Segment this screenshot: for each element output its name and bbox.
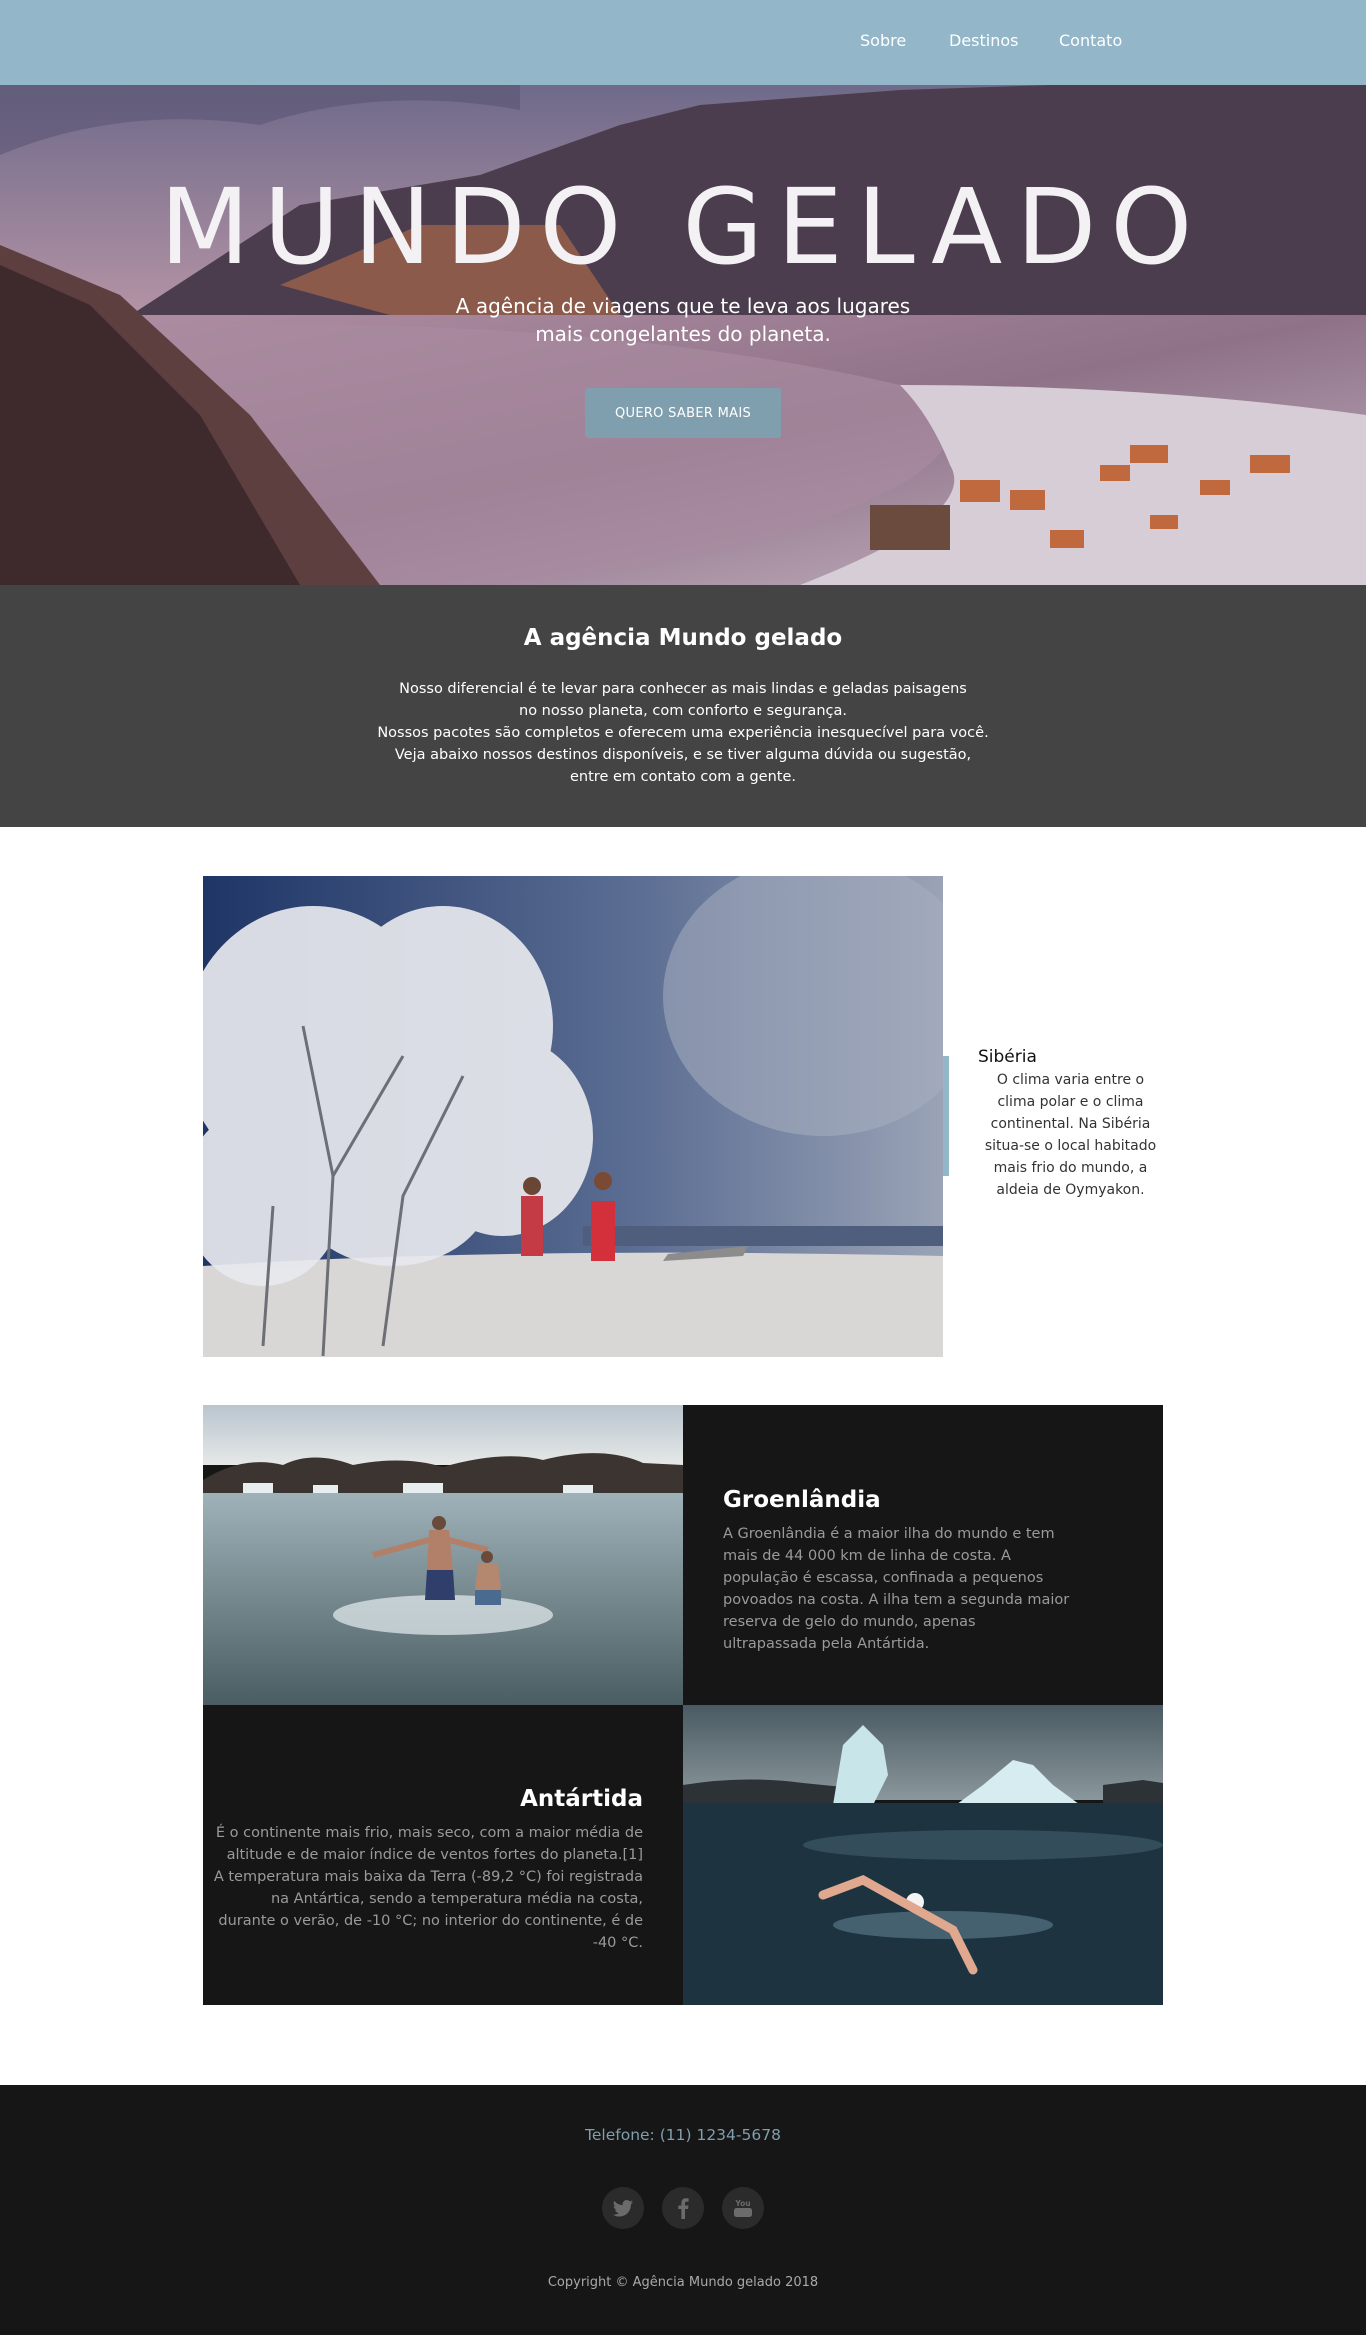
youtube-logo-text: You [734,2199,750,2208]
footer: Telefone: (11) 1234-5678 You Copyright ©… [0,2085,1366,2335]
top-navbar: Sobre Destinos Contato [0,0,1366,85]
hero-title: MUNDO GELADO [159,166,1207,288]
nav-link-contato[interactable]: Contato [1059,31,1122,50]
siberia-accent-bar [943,1056,949,1176]
learn-more-button[interactable]: QUERO SABER MAIS [585,388,781,438]
siberia-image [203,876,943,1357]
hero-subtitle: A agência de viagens que te leva aos lug… [455,294,911,346]
youtube-icon[interactable]: You [722,2187,764,2229]
twitter-icon[interactable] [602,2187,644,2229]
antarctica-description: É o continente mais frio, mais seco, com… [213,1825,643,1951]
agency-heading: A agência Mundo gelado [523,625,843,651]
footer-phone: Telefone: (11) 1234-5678 [585,2126,781,2144]
agency-description: Nosso diferencial é te levar para conhec… [377,681,989,785]
antarctica-image [683,1705,1163,2005]
antarctica-card: Antártida É o continente mais frio, mais… [213,1786,643,1954]
greenland-image [203,1405,683,1705]
siberia-card: Sibéria O clima varia entre o clima pola… [978,1047,1163,1201]
agency-section: A agência Mundo gelado Nosso diferencial… [0,585,1366,827]
footer-copyright: Copyright © Agência Mundo gelado 2018 [547,2275,819,2290]
greenland-card: Groenlândia A Groenlândia é a maior ilha… [723,1487,1073,1655]
facebook-icon[interactable] [662,2187,704,2229]
siberia-description: O clima varia entre o clima polar e o cl… [984,1072,1157,1198]
antarctica-title: Antártida [520,1786,643,1812]
nav-link-sobre[interactable]: Sobre [860,31,906,50]
greenland-description: A Groenlândia é a maior ilha do mundo e … [723,1526,1070,1652]
siberia-title: Sibéria [978,1047,1037,1067]
nav-link-destinos[interactable]: Destinos [949,31,1018,50]
hero-section: MUNDO GELADO A agência de viagens que te… [0,85,1366,585]
greenland-title: Groenlândia [723,1487,881,1513]
